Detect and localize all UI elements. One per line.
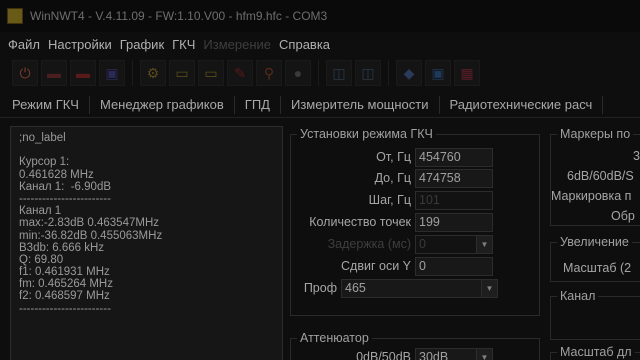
measurement-line bbox=[19, 144, 274, 156]
markers-line-2: 6dB/60dB/S bbox=[567, 169, 634, 183]
delay-value: 0 bbox=[419, 236, 426, 251]
step-label: Шаг, Гц bbox=[368, 193, 411, 207]
toolbar: ⏻ ▬ ▬ ▣ ⚙ ▭ ▭ ✎ ⚲ ● ◫ ◫ ◆ ▣ ▦ bbox=[0, 56, 640, 90]
delay-label: Задержка (мс) bbox=[327, 237, 411, 251]
chevron-down-icon: ▼ bbox=[476, 235, 492, 253]
measurement-line: ;no_label bbox=[19, 132, 66, 144]
scale-group: Масштаб дл bbox=[550, 345, 640, 360]
power-icon[interactable]: ⏻ bbox=[12, 60, 38, 86]
points-input[interactable]: 199 bbox=[415, 212, 493, 232]
grid-icon[interactable]: ▦ bbox=[454, 60, 480, 86]
zoom-title: Увеличение bbox=[557, 235, 632, 249]
probe-icon[interactable]: ⚲ bbox=[256, 60, 282, 86]
to-row: До, Гц 474758 bbox=[291, 168, 493, 188]
markers-line-4: Обр bbox=[611, 209, 635, 223]
toolbar-separator bbox=[132, 60, 140, 86]
menu-measure: Измерение bbox=[203, 36, 272, 52]
title-bar: WinNWT4 - V.4.11.09 - FW:1.10.V00 - hfm9… bbox=[0, 0, 640, 32]
scale-title: Масштаб дл bbox=[557, 345, 635, 359]
measurement-line: Q: 69.80 bbox=[19, 253, 64, 266]
markers-title: Маркеры по bbox=[557, 127, 634, 141]
single-sweep-icon[interactable]: ▬ bbox=[70, 60, 96, 86]
measurement-line: fm: 0.465264 MHz bbox=[19, 278, 113, 291]
channel-group: Канал bbox=[550, 289, 640, 340]
attenuator-label: 0dB/50dB bbox=[356, 350, 411, 360]
zoom-label: Масштаб (2 bbox=[563, 261, 632, 275]
menu-file[interactable]: Файл bbox=[4, 37, 44, 52]
eraser-icon[interactable]: ◆ bbox=[396, 60, 422, 86]
tab-rf-calc[interactable]: Радиотехнические расч bbox=[440, 95, 604, 114]
points-label: Количество точек bbox=[309, 215, 411, 229]
measurement-line: f1: 0.461931 MHz bbox=[19, 266, 110, 279]
measurement-line: ------------------------ bbox=[19, 302, 111, 315]
to-label: До, Гц bbox=[374, 171, 411, 185]
points-row: Количество точек 199 bbox=[291, 212, 493, 232]
channel-title: Канал bbox=[557, 289, 599, 303]
menu-graph[interactable]: График bbox=[116, 37, 168, 52]
from-input[interactable]: 454760 bbox=[415, 147, 493, 167]
tab-graph-manager[interactable]: Менеджер графиков bbox=[90, 95, 235, 114]
settings-icon[interactable]: ⚙ bbox=[140, 60, 166, 86]
app-window: WinNWT4 - V.4.11.09 - FW:1.10.V00 - hfm9… bbox=[0, 0, 640, 360]
tab-sweep-mode[interactable]: Режим ГКЧ bbox=[0, 95, 90, 114]
measurement-line: f2: 0.468597 MHz bbox=[19, 290, 110, 303]
measurement-text-panel[interactable]: ;no_label Курсор 1: 0.461628 MHz Канал 1: -… bbox=[10, 126, 283, 360]
markers-group: Маркеры по 3 6dB/60dB/S Маркировка п Обр bbox=[550, 127, 640, 226]
zoom-group: Увеличение Масштаб (2 bbox=[550, 235, 640, 282]
measurement-line: Канал 1 bbox=[19, 205, 62, 218]
menu-bar: Файл Настройки График ГКЧ Измерение Спра… bbox=[0, 34, 334, 54]
to-input[interactable]: 474758 bbox=[415, 168, 493, 188]
folder-icon[interactable]: ▭ bbox=[198, 60, 224, 86]
markers-line-3: Маркировка п bbox=[551, 189, 632, 203]
sweep-icon[interactable]: ▬ bbox=[41, 60, 67, 86]
from-label: От, Гц bbox=[376, 150, 411, 164]
step-input: 101 bbox=[415, 190, 493, 210]
profile-row: Проф 465 ▼ bbox=[291, 278, 498, 298]
toolbar-separator bbox=[318, 60, 326, 86]
shift-input[interactable]: 0 bbox=[415, 256, 493, 276]
attenuator-select[interactable]: 30dB ▼ bbox=[415, 347, 493, 360]
measurement-line: ------------------------ bbox=[19, 192, 111, 205]
measurement-line: max:-2.83dB 0.463547MHz bbox=[19, 217, 159, 230]
pencil-icon[interactable]: ✎ bbox=[227, 60, 253, 86]
menu-help[interactable]: Справка bbox=[275, 37, 334, 52]
save-icon[interactable]: ▣ bbox=[425, 60, 451, 86]
delay-select: 0 ▼ bbox=[415, 234, 493, 254]
calibrate-icon[interactable]: ◫ bbox=[326, 60, 352, 86]
tab-bar: Режим ГКЧ Менеджер графиков ГПД Измерите… bbox=[0, 92, 640, 118]
stop-icon[interactable]: ▣ bbox=[99, 60, 125, 86]
delay-row: Задержка (мс) 0 ▼ bbox=[291, 234, 493, 254]
profile-value: 465 bbox=[345, 280, 366, 295]
attenuator-title: Аттенюатор bbox=[297, 331, 372, 345]
profile-select[interactable]: 465 ▼ bbox=[341, 278, 498, 298]
sweep-settings-title: Установки режима ГКЧ bbox=[297, 127, 436, 141]
menu-sweep[interactable]: ГКЧ bbox=[168, 37, 199, 52]
measurement-line: Канал 1: -6.90dB bbox=[19, 180, 112, 193]
measurement-line: B3db: 6.666 kHz bbox=[19, 241, 105, 254]
tab-vfo[interactable]: ГПД bbox=[235, 95, 281, 114]
shift-label: Сдвиг оси Y bbox=[341, 259, 411, 273]
attenuator-row: 0dB/50dB 30dB ▼ bbox=[291, 347, 493, 360]
chevron-down-icon[interactable]: ▼ bbox=[481, 279, 497, 297]
linux-icon[interactable]: ● bbox=[285, 60, 311, 86]
measurement-line: 0.461628 MHz bbox=[19, 168, 94, 181]
measurement-line: min:-36.82dB 0.455063MHz bbox=[19, 229, 163, 242]
attenuator-group: Аттенюатор 0dB/50dB 30dB ▼ bbox=[290, 331, 540, 360]
menu-settings[interactable]: Настройки bbox=[44, 37, 116, 52]
tab-power-meter[interactable]: Измеритель мощности bbox=[281, 95, 440, 114]
calibrate-2-icon[interactable]: ◫ bbox=[355, 60, 381, 86]
step-row: Шаг, Гц 101 bbox=[291, 190, 493, 210]
window-title: WinNWT4 - V.4.11.09 - FW:1.10.V00 - hfm9… bbox=[30, 9, 328, 23]
markers-line-1: 3 bbox=[633, 149, 640, 163]
sweep-settings-group: Установки режима ГКЧ От, Гц 454760 До, Г… bbox=[290, 127, 540, 316]
toolbar-separator bbox=[388, 60, 396, 86]
from-row: От, Гц 454760 bbox=[291, 147, 493, 167]
attenuator-value: 30dB bbox=[419, 349, 449, 360]
app-icon bbox=[7, 8, 23, 24]
folder-open-icon[interactable]: ▭ bbox=[169, 60, 195, 86]
measurement-line: Курсор 1: bbox=[19, 156, 70, 169]
profile-label: Проф bbox=[303, 281, 337, 295]
shift-row: Сдвиг оси Y 0 bbox=[291, 256, 493, 276]
chevron-down-icon[interactable]: ▼ bbox=[476, 348, 492, 360]
